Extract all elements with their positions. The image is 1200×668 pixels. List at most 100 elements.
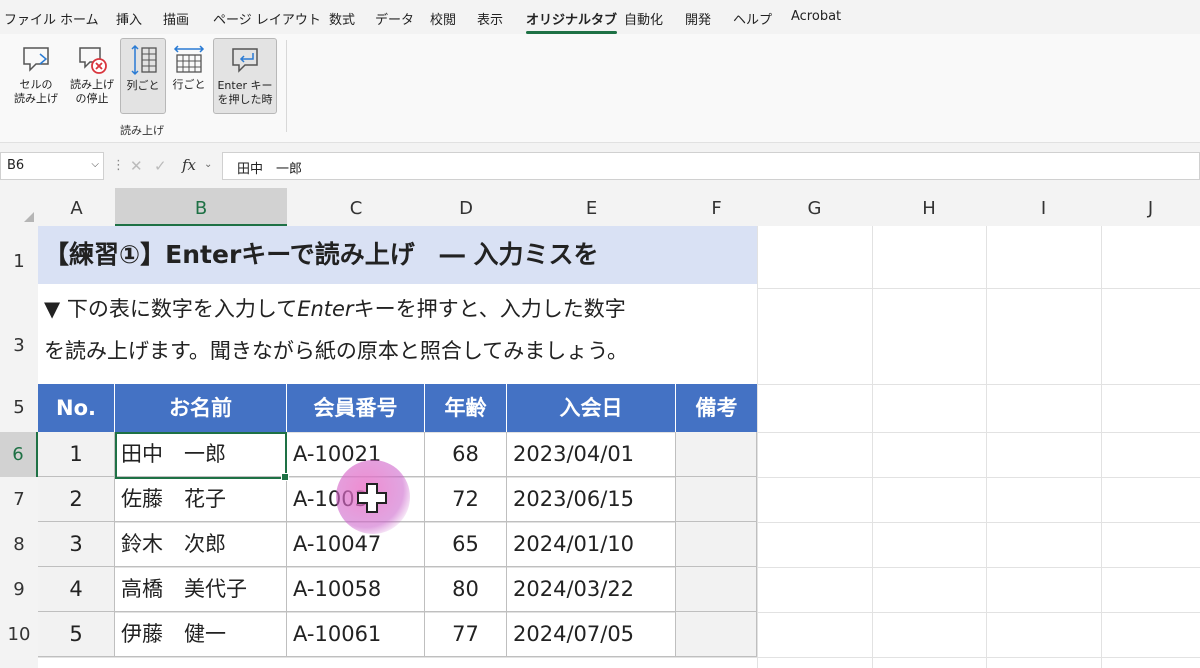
table-cell[interactable]: 1 <box>38 432 115 477</box>
table-cell[interactable]: 4 <box>38 567 115 612</box>
table-cell[interactable] <box>676 477 757 522</box>
menu-help[interactable]: ヘルプ <box>733 9 772 28</box>
menu-developer[interactable]: 開発 <box>685 9 711 28</box>
on-enter-label-1: Enter キー <box>217 79 273 92</box>
table-cell[interactable]: 5 <box>38 612 115 657</box>
instruction-text[interactable]: ▼ 下の表に数字を入力してEnterキーを押すと、入力した数字 を読み上げます。… <box>38 288 757 380</box>
row-header-8[interactable]: 8 <box>0 522 38 567</box>
instruction-line-1a: ▼ 下の表に数字を入力して <box>44 297 298 321</box>
table-cell[interactable] <box>676 612 757 657</box>
table-cell[interactable]: 80 <box>425 567 507 612</box>
on-enter-button[interactable]: Enter キー を押した時 <box>213 38 277 114</box>
row-header-5[interactable]: 5 <box>0 384 38 432</box>
table-cell[interactable]: 伊藤 健一 <box>115 612 287 657</box>
confirm-icon[interactable]: ✓ <box>154 157 167 175</box>
column-header-b[interactable]: B <box>115 188 287 226</box>
table-cell[interactable]: 佐藤 花子 <box>115 477 287 522</box>
instruction-line-1b: キーを押すと、入力した数字 <box>353 297 626 321</box>
menu-bar: ファイル ホーム 挿入 描画 ページ レイアウト 数式 データ 校閲 表示 オリ… <box>0 0 1200 34</box>
formula-controls: ⋮ ✕ ✓ fx ⌄ <box>110 152 220 180</box>
table-cell[interactable]: 高橋 美代子 <box>115 567 287 612</box>
menu-automate[interactable]: 自動化 <box>624 9 663 28</box>
column-header-i[interactable]: I <box>986 188 1101 226</box>
insert-function-icon[interactable]: fx <box>182 156 196 174</box>
by-column-button[interactable]: 列ごと <box>120 38 166 114</box>
stop-reading-button[interactable]: 読み上げ の停止 <box>64 38 120 114</box>
gridline <box>1101 226 1102 668</box>
table-cell[interactable]: 3 <box>38 522 115 567</box>
row-header-3[interactable]: 3 <box>0 288 38 384</box>
table-cell[interactable]: 65 <box>425 522 507 567</box>
table-cell[interactable] <box>676 567 757 612</box>
column-header-e[interactable]: E <box>507 188 676 226</box>
table-cell[interactable]: 2024/03/22 <box>507 567 676 612</box>
formula-input[interactable]: 田中 一郎 <box>222 152 1200 180</box>
table-cell[interactable] <box>676 522 757 567</box>
menu-insert[interactable]: 挿入 <box>116 9 142 28</box>
stop-reading-label-2: の停止 <box>75 92 109 105</box>
menu-data[interactable]: データ <box>375 9 414 28</box>
header-age[interactable]: 年齢 <box>425 384 507 432</box>
table-cell[interactable] <box>676 432 757 477</box>
column-header-d[interactable]: D <box>425 188 507 226</box>
menu-acrobat[interactable]: Acrobat <box>791 9 841 24</box>
read-cell-label-1: セルの <box>19 78 53 91</box>
gridline <box>38 657 1200 658</box>
table-cell[interactable]: A-10058 <box>287 567 425 612</box>
menu-view[interactable]: 表示 <box>477 9 503 28</box>
function-dropdown-icon[interactable]: ⌄ <box>204 159 212 170</box>
by-column-icon <box>131 44 157 76</box>
table-cell[interactable]: 68 <box>425 432 507 477</box>
table-cell[interactable]: 2024/01/10 <box>507 522 676 567</box>
table-cell[interactable]: 77 <box>425 612 507 657</box>
sheet-title[interactable]: 【練習①】Enterキーで読み上げ ― 入力ミスを <box>38 226 757 284</box>
instruction-enter-word: Enter <box>297 297 354 321</box>
row-header-9[interactable]: 9 <box>0 567 38 612</box>
menu-formulas[interactable]: 数式 <box>329 9 355 28</box>
header-join-date[interactable]: 入会日 <box>507 384 676 432</box>
select-all-corner[interactable] <box>0 188 38 226</box>
read-cell-button[interactable]: セルの 読み上げ <box>8 38 64 114</box>
menu-home[interactable]: ホーム <box>60 9 99 28</box>
menu-file[interactable]: ファイル <box>4 9 56 28</box>
table-cell[interactable]: 2 <box>38 477 115 522</box>
table-cell[interactable]: 田中 一郎 <box>115 432 287 477</box>
table-cell[interactable]: 72 <box>425 477 507 522</box>
row-header-6[interactable]: 6 <box>0 432 38 477</box>
instruction-line-2: を読み上げます。聞きながら紙の原本と照合してみましょう。 <box>44 339 629 363</box>
name-box[interactable]: B6 ⌵ <box>0 152 104 180</box>
table-cell[interactable]: 2023/06/15 <box>507 477 676 522</box>
table-cell[interactable]: 鈴木 次郎 <box>115 522 287 567</box>
column-header-g[interactable]: G <box>757 188 872 226</box>
column-header-j[interactable]: J <box>1101 188 1200 226</box>
column-header-c[interactable]: C <box>287 188 425 226</box>
column-header-h[interactable]: H <box>872 188 986 226</box>
table-cell[interactable]: 2024/07/05 <box>507 612 676 657</box>
group-label-read-aloud: 読み上げ <box>120 124 164 137</box>
header-member-id[interactable]: 会員番号 <box>287 384 425 432</box>
menu-review[interactable]: 校閲 <box>430 9 456 28</box>
column-header-f[interactable]: F <box>676 188 757 226</box>
table-cell[interactable]: A-10061 <box>287 612 425 657</box>
row-header-1[interactable]: 1 <box>0 226 38 288</box>
menu-page-layout[interactable]: ページ レイアウト <box>213 9 321 28</box>
header-name[interactable]: お名前 <box>115 384 287 432</box>
header-no[interactable]: No. <box>38 384 115 432</box>
table-cell[interactable]: 2023/04/01 <box>507 432 676 477</box>
more-options-icon[interactable]: ⋮ <box>112 158 125 173</box>
column-header-row: A B C D E F G H I J <box>0 188 1200 226</box>
header-notes[interactable]: 備考 <box>676 384 757 432</box>
row-header-7[interactable]: 7 <box>0 477 38 522</box>
stop-reading-label-1: 読み上げ <box>70 78 114 91</box>
instruction-line-1: ▼ 下の表に数字を入力してEnterキーを押すと、入力した数字 <box>44 288 757 330</box>
menu-draw[interactable]: 描画 <box>163 9 189 28</box>
name-box-value: B6 <box>7 158 25 173</box>
on-enter-label-2: を押した時 <box>217 93 273 106</box>
menu-original-tab[interactable]: オリジナルタブ <box>526 9 618 34</box>
cancel-icon[interactable]: ✕ <box>130 157 143 175</box>
by-row-button[interactable]: 行ごと <box>168 38 210 114</box>
column-header-a[interactable]: A <box>38 188 115 226</box>
select-all-triangle-icon <box>24 212 34 222</box>
row-header-10[interactable]: 10 <box>0 612 38 657</box>
chevron-down-icon[interactable]: ⌵ <box>91 159 99 170</box>
